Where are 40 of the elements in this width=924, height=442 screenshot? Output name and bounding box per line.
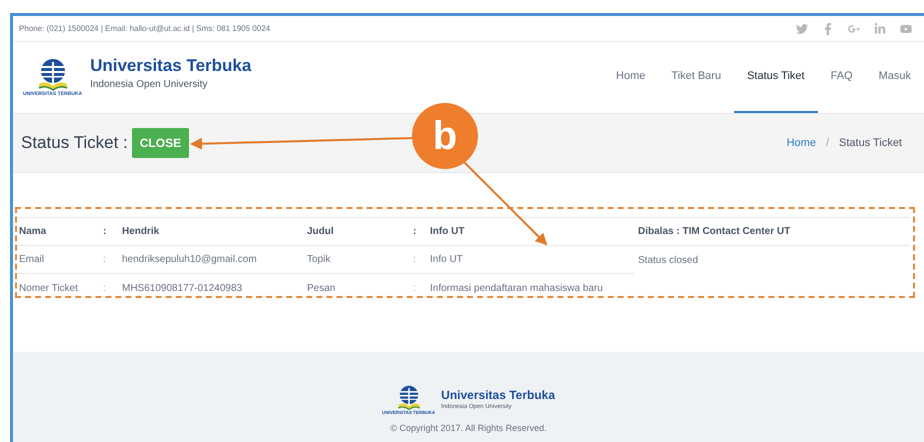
linkedin-icon[interactable] bbox=[874, 22, 886, 34]
facebook-icon[interactable] bbox=[822, 22, 834, 34]
field-value: Informasi pendaftaran mahasiswa baru bbox=[430, 282, 603, 296]
brand-tagline: Indonesia Open University bbox=[90, 78, 208, 92]
copyright-text: © Copyright 2017. All Rights Reserved. bbox=[390, 422, 547, 435]
field-label: Nama bbox=[19, 225, 46, 239]
status-badge: CLOSE bbox=[132, 128, 190, 158]
brand-name: Universitas Terbuka bbox=[90, 55, 252, 77]
field-value: Info UT bbox=[430, 253, 463, 267]
field-value: Hendrik bbox=[122, 225, 160, 239]
breadcrumb-current: Status Ticket bbox=[839, 136, 902, 151]
globe-book-logo-icon bbox=[396, 385, 422, 411]
google-plus-icon[interactable] bbox=[848, 22, 860, 34]
field-label: Pesan bbox=[307, 282, 336, 296]
status-label: Status Ticket : bbox=[21, 132, 128, 154]
field-label: Email bbox=[19, 253, 44, 267]
colon-separator: : bbox=[413, 225, 416, 239]
field-value: hendriksepuluh10@gmail.com bbox=[122, 253, 257, 267]
colon-separator: : bbox=[103, 282, 106, 296]
contact-info: Phone: (021) 1500024 | Email: hallo-ut@ut.ac.id | Sms: 081 1905 0024 bbox=[19, 22, 270, 34]
twitter-icon[interactable] bbox=[796, 22, 808, 34]
nav-link[interactable]: FAQ bbox=[818, 42, 866, 113]
breadcrumb-separator: / bbox=[826, 136, 830, 151]
nav-link[interactable]: Tiket Baru bbox=[658, 42, 734, 113]
colon-separator: : bbox=[413, 253, 416, 267]
nav-link[interactable]: Home bbox=[603, 42, 658, 113]
field-value: Info UT bbox=[430, 225, 464, 239]
field-value: Status closed bbox=[638, 254, 698, 268]
field-value: Dibalas : TIM Contact Center UT bbox=[638, 225, 790, 239]
field-label: Topik bbox=[307, 253, 330, 267]
field-value: MHS610908177-01240983 bbox=[122, 282, 242, 296]
field-label: Nomer Ticket bbox=[19, 282, 78, 296]
colon-separator: : bbox=[103, 225, 106, 239]
breadcrumb-link[interactable]: Home bbox=[786, 134, 816, 152]
nav-link[interactable]: Masuk bbox=[866, 42, 924, 113]
field-label: Judul bbox=[307, 225, 334, 239]
colon-separator: : bbox=[413, 282, 416, 296]
footer-brand-name: Universitas Terbuka bbox=[441, 388, 555, 404]
youtube-icon[interactable] bbox=[900, 22, 912, 34]
colon-separator: : bbox=[103, 253, 106, 267]
